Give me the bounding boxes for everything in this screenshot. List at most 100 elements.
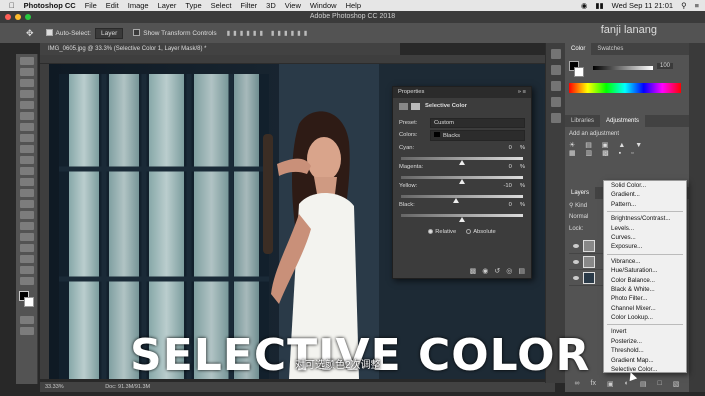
adjustment-icons[interactable]: ☀ ▤ ▣ ▲ ▼ ▦ ▥ ▩ ▪ ▫	[569, 141, 685, 157]
visibility-icon[interactable]: ◎	[506, 267, 512, 275]
brightness-slider[interactable]	[593, 66, 653, 70]
brush-settings-icon[interactable]	[550, 81, 561, 91]
menu-layer[interactable]: Layer	[158, 1, 177, 10]
eraser-tool-icon[interactable]	[19, 178, 34, 186]
properties-header[interactable]: Properties » ≡	[393, 87, 531, 98]
menu-view[interactable]: View	[285, 1, 301, 10]
slider-value[interactable]: 0	[490, 202, 512, 208]
play-icon[interactable]	[550, 65, 561, 75]
folder-icon[interactable]: ▤	[640, 380, 647, 388]
history-icon[interactable]	[550, 49, 561, 59]
adjustment-menu-item[interactable]: Black & White...	[604, 285, 686, 294]
colors-dropdown[interactable]: Blacks	[430, 129, 525, 141]
search-icon[interactable]: ⚲	[681, 1, 687, 10]
tab-color[interactable]: Color	[565, 43, 592, 55]
slider-track[interactable]	[401, 157, 523, 165]
adjustment-menu-item[interactable]: Threshold...	[604, 346, 686, 355]
tab-swatches[interactable]: Swatches	[591, 43, 629, 55]
frame-tool-icon[interactable]	[19, 112, 34, 120]
eye-icon[interactable]	[573, 243, 579, 248]
slider-value[interactable]: 0	[490, 164, 512, 170]
eye-icon[interactable]	[573, 259, 579, 264]
doc-size[interactable]: Doc: 91.3M/91.3M	[105, 384, 150, 390]
slider-thumb[interactable]	[459, 217, 465, 222]
crop-tool-icon[interactable]	[19, 101, 34, 109]
move-tool-icon[interactable]	[19, 57, 34, 65]
document-tab[interactable]: IMG_0605.jpg @ 33.3% (Selective Color 1,…	[40, 43, 400, 55]
color-swatches[interactable]	[19, 291, 37, 313]
trash-icon[interactable]: ▤	[518, 267, 525, 275]
adjustment-menu-item[interactable]: Brightness/Contrast...	[604, 214, 686, 223]
panel-scrollbar[interactable]	[689, 43, 705, 392]
fx-icon[interactable]: fx	[591, 380, 596, 388]
eyedropper-tool-icon[interactable]	[19, 123, 34, 131]
adjustment-menu-item[interactable]: Gradient...	[604, 190, 686, 199]
adjustment-menu-item[interactable]: Pattern...	[604, 200, 686, 209]
minimize-window-button[interactable]	[15, 14, 21, 20]
quick-select-tool-icon[interactable]	[19, 90, 34, 98]
adjustment-menu-item[interactable]: Color Lookup...	[604, 313, 686, 322]
slider-track[interactable]	[401, 195, 523, 203]
auto-select-checkbox[interactable]	[45, 29, 56, 37]
menu-type[interactable]: Type	[185, 1, 201, 10]
adjustment-menu-item[interactable]: Hue/Saturation...	[604, 266, 686, 275]
adjustment-menu-item[interactable]: Solid Color...	[604, 181, 686, 190]
background-color[interactable]	[574, 67, 584, 77]
move-tool-icon[interactable]: ✥	[26, 28, 34, 39]
tab-libraries[interactable]: Libraries	[565, 115, 600, 127]
history-brush-tool-icon[interactable]	[19, 167, 34, 175]
reset-icon[interactable]: ↺	[494, 267, 500, 275]
dodge-tool-icon[interactable]	[19, 211, 34, 219]
clone-stamp-tool-icon[interactable]	[19, 156, 34, 164]
shape-tool-icon[interactable]	[19, 255, 34, 263]
eye-icon[interactable]	[573, 275, 579, 280]
menu-app-name[interactable]: Photoshop CC	[24, 1, 76, 10]
slider-thumb[interactable]	[459, 179, 465, 184]
hand-tool-icon[interactable]	[19, 266, 34, 274]
adjustment-menu-item[interactable]: Vibrance...	[604, 257, 686, 266]
view-previous-icon[interactable]: ◉	[482, 267, 488, 275]
adjustment-menu-item[interactable]: Channel Mixer...	[604, 304, 686, 313]
brush-tool-icon[interactable]	[19, 145, 34, 153]
menu-3d[interactable]: 3D	[266, 1, 276, 10]
type-tool-icon[interactable]	[19, 233, 34, 241]
delete-layer-icon[interactable]: ▧	[673, 380, 680, 388]
new-adjustment-icon[interactable]: ◐	[625, 380, 629, 388]
blur-tool-icon[interactable]	[19, 200, 34, 208]
slider-value[interactable]: -10	[490, 183, 511, 189]
character-icon[interactable]	[550, 97, 561, 107]
relative-radio[interactable]: Relative	[428, 229, 456, 235]
absolute-radio[interactable]: Absolute	[466, 229, 496, 235]
brightness-value[interactable]: 100	[657, 63, 674, 69]
paragraph-icon[interactable]	[550, 113, 561, 123]
tab-layers[interactable]: Layers	[565, 187, 596, 199]
battery-icon[interactable]: ▮▮	[595, 1, 603, 10]
marquee-tool-icon[interactable]	[19, 68, 34, 76]
zoom-tool-icon[interactable]	[19, 277, 34, 285]
menu-image[interactable]: Image	[128, 1, 149, 10]
menu-help[interactable]: Help	[346, 1, 361, 10]
tab-adjustments[interactable]: Adjustments	[600, 115, 646, 127]
new-layer-icon[interactable]: □	[658, 380, 662, 388]
adjustment-menu-item[interactable]: Invert	[604, 327, 686, 336]
clock[interactable]: Wed Sep 11 21:01	[612, 1, 673, 10]
auto-select-dropdown[interactable]: Layer	[94, 27, 124, 39]
close-window-button[interactable]	[5, 14, 11, 20]
apple-icon[interactable]: 	[9, 1, 15, 10]
menu-edit[interactable]: Edit	[106, 1, 119, 10]
link-icon[interactable]: ∞	[575, 380, 580, 388]
adjustment-menu-item[interactable]: Gradient Map...	[604, 356, 686, 365]
slider-thumb[interactable]	[459, 160, 465, 165]
gradient-tool-icon[interactable]	[19, 189, 34, 197]
adjustment-menu-item[interactable]: Levels...	[604, 224, 686, 233]
zoom-level[interactable]: 33.33%	[45, 384, 64, 390]
color-spectrum[interactable]	[569, 83, 681, 93]
notification-icon[interactable]: ≡	[695, 1, 699, 10]
adjustment-menu-item[interactable]: Curves...	[604, 233, 686, 242]
align-icons[interactable]: ▮▮▮▮▮▮ ▮▮▮▮▮▮	[227, 29, 311, 37]
add-mask-icon[interactable]: ▣	[607, 380, 614, 388]
slider-value[interactable]: 0	[490, 145, 512, 151]
menu-window[interactable]: Window	[310, 1, 337, 10]
adjustment-menu-item[interactable]: Color Balance...	[604, 276, 686, 285]
adjustment-menu-item[interactable]: Photo Filter...	[604, 294, 686, 303]
